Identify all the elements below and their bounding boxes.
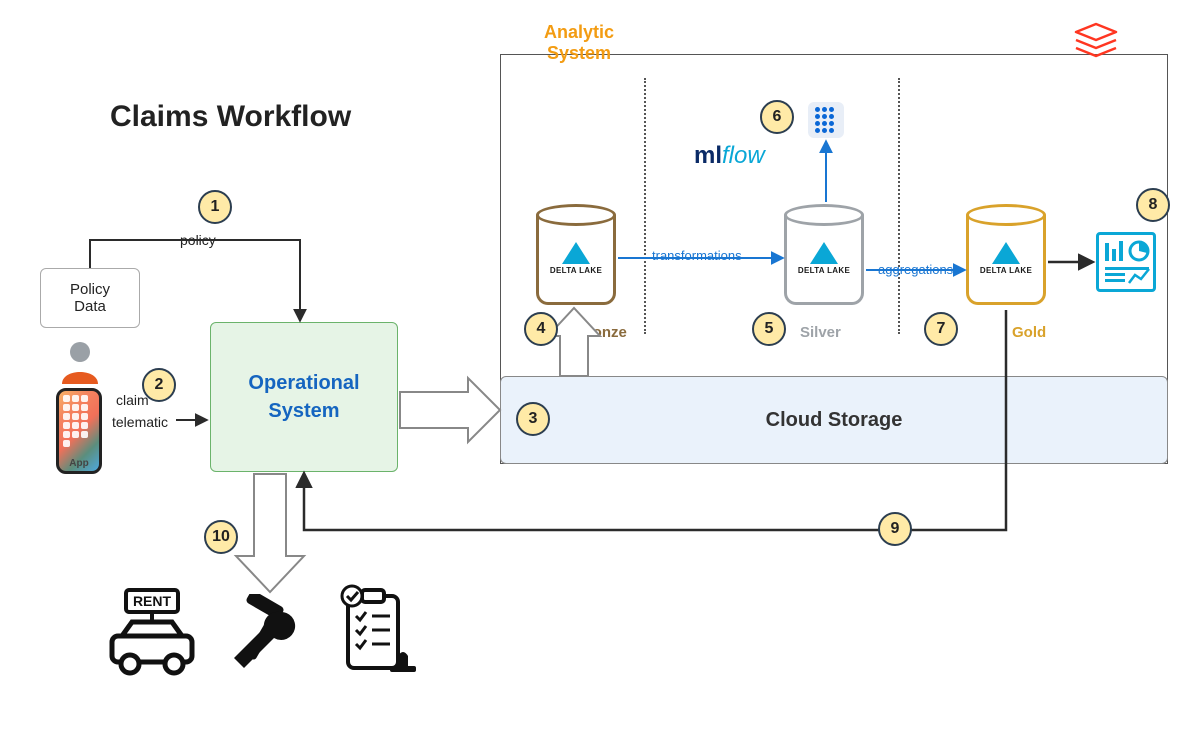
delta-lake-label: DELTA LAKE [550,266,602,275]
badge-7: 7 [924,312,958,346]
badge-1: 1 [198,190,232,224]
cloud-storage-label: Cloud Storage [766,409,903,432]
delta-lake-icon [992,242,1020,264]
silver-label: Silver [800,324,841,341]
badge-2-num: 2 [155,376,164,394]
rent-car-icon: RENT [104,584,200,685]
aggregations-label: aggregations [878,262,953,277]
badge-6: 6 [760,100,794,134]
delta-lake-icon [810,242,838,264]
badge-4: 4 [524,312,558,346]
analytic-system-label: Analytic System [544,22,614,64]
databricks-logo-icon [1072,22,1120,67]
badge-5: 5 [752,312,786,346]
phone-icon: App [56,388,102,474]
delta-lake-icon [562,242,590,264]
badge-9: 9 [878,512,912,546]
badge-1-num: 1 [211,198,220,216]
badge-8-num: 8 [1149,196,1158,214]
operational-system-box: Operational System [210,322,398,472]
badge-2: 2 [142,368,176,402]
gold-cylinder: DELTA LAKE [966,204,1046,305]
clipboard-verify-icon [328,582,424,687]
tools-icon [224,594,310,685]
gold-label: Gold [1012,324,1046,341]
divider-1 [644,78,646,334]
mlflow-ml: ml [694,142,722,169]
policy-label: policy [180,232,216,248]
svg-text:RENT: RENT [133,593,172,609]
ai-brain-icon [808,102,844,138]
delta-lake-label: DELTA LAKE [798,266,850,275]
badge-10-num: 10 [212,528,230,546]
bronze-cylinder: DELTA LAKE [536,204,616,305]
policy-data-label: Policy Data [70,281,110,315]
badge-6-num: 6 [773,108,782,126]
badge-5-num: 5 [765,320,774,338]
bronze-label: Bronze [576,324,627,341]
mlflow-label: mlflow [694,142,765,170]
badge-10: 10 [204,520,238,554]
badge-3-num: 3 [529,410,538,428]
badge-3: 3 [516,402,550,436]
person-icon [60,340,100,389]
divider-2 [898,78,900,334]
telematic-label: telematic [112,414,168,430]
badge-9-num: 9 [891,520,900,538]
badge-4-num: 4 [537,320,546,338]
diagram-title: Claims Workflow [110,100,351,134]
mlflow-flow: flow [722,142,765,169]
operational-system-label: Operational System [248,369,359,425]
cloud-storage-box: Cloud Storage [500,376,1168,464]
transformations-label: transformations [652,248,742,263]
claim-label: claim [116,392,149,408]
badge-8: 8 [1136,188,1170,222]
delta-lake-label: DELTA LAKE [980,266,1032,275]
phone-app-label: App [59,458,99,469]
policy-data-box: Policy Data [40,268,140,328]
silver-cylinder: DELTA LAKE [784,204,864,305]
analytics-chart-icon [1096,232,1156,292]
badge-7-num: 7 [937,320,946,338]
